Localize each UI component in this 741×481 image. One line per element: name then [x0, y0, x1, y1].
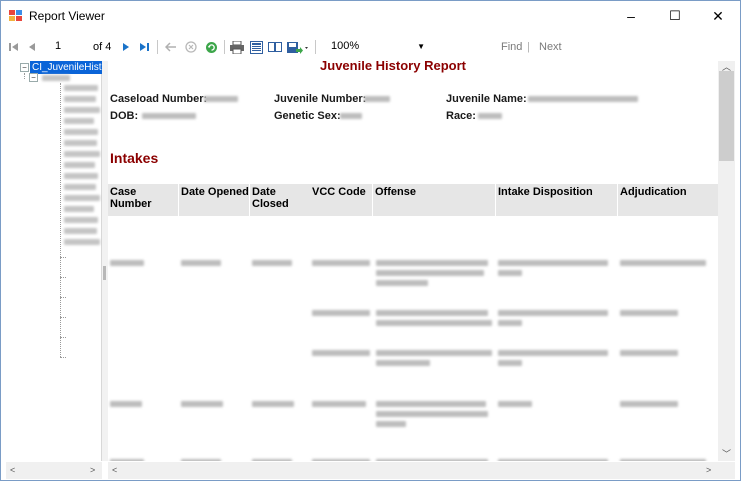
redacted-value [528, 96, 638, 102]
redacted-tree-item[interactable] [64, 140, 97, 146]
redacted-tree-item[interactable] [64, 107, 100, 113]
toolbar-separator [315, 40, 316, 54]
last-page-icon[interactable] [137, 36, 151, 58]
previous-page-icon[interactable] [25, 36, 39, 58]
report-page: Juvenile History Report Caseload Number:… [108, 61, 718, 461]
redacted-tree-item[interactable] [64, 96, 96, 102]
report-horizontal-scrollbar[interactable]: < > [108, 462, 718, 479]
redacted-value [478, 113, 502, 119]
scroll-right-icon[interactable]: > [90, 465, 95, 475]
splitter-grip[interactable] [103, 266, 106, 280]
dob-label: DOB: [110, 110, 139, 122]
document-map: − CI_JuvenileHistory − [6, 61, 102, 461]
redacted-tree-item[interactable] [42, 75, 70, 81]
juvenile-name-label: Juvenile Name: [446, 93, 527, 105]
redacted-tree-item[interactable] [64, 195, 100, 201]
column-header-case-number: Case Number [108, 184, 178, 216]
toolbar-separator [157, 40, 158, 54]
print-icon[interactable] [229, 36, 245, 58]
juvenile-number-label: Juvenile Number: [274, 93, 367, 105]
title-bar: Report Viewer – ☐ ✕ [1, 1, 740, 31]
intakes-section-title: Intakes [110, 150, 159, 166]
find-input[interactable] [445, 38, 503, 55]
next-page-icon[interactable] [119, 36, 133, 58]
close-button[interactable]: ✕ [698, 1, 738, 31]
export-icon[interactable] [286, 36, 310, 58]
window-title: Report Viewer [29, 9, 105, 23]
redacted-tree-item[interactable] [64, 184, 96, 190]
redacted-tree-item[interactable] [64, 129, 98, 135]
column-header-date-opened: Date Opened [179, 184, 249, 216]
tree-connector [60, 83, 61, 357]
scroll-left-icon[interactable]: < [112, 465, 117, 475]
redacted-value [204, 96, 238, 102]
toolbar-separator [224, 40, 225, 54]
page-setup-icon[interactable] [267, 36, 283, 58]
zoom-select[interactable]: 100% ▼ [325, 38, 433, 55]
report-toolbar: 1 of 4 100% ▼ Find | Next [7, 36, 734, 58]
column-header-offense: Offense [373, 184, 495, 216]
column-header-adjudication: Adjudication [618, 184, 718, 216]
find-next-link[interactable]: Next [539, 41, 562, 53]
redacted-tree-item[interactable] [64, 85, 98, 91]
redacted-value [364, 96, 390, 102]
redacted-value [340, 113, 362, 119]
redacted-tree-item[interactable] [64, 151, 100, 157]
print-layout-icon[interactable] [248, 36, 264, 58]
column-header-intake-disposition: Intake Disposition [496, 184, 617, 216]
scroll-left-icon[interactable]: < [10, 465, 15, 475]
back-icon[interactable] [163, 36, 179, 58]
redacted-tree-item[interactable] [64, 217, 98, 223]
zoom-value: 100% [331, 40, 360, 52]
column-header-vcc-code: VCC Code [310, 184, 372, 216]
caseload-number-label: Caseload Number: [110, 93, 208, 105]
scroll-right-icon[interactable]: > [706, 465, 711, 475]
vertical-scroll-thumb[interactable] [719, 71, 734, 161]
genetic-sex-label: Genetic Sex: [274, 110, 341, 122]
chevron-down-icon: ▼ [417, 42, 425, 51]
scroll-down-icon[interactable]: ﹀ [722, 447, 731, 460]
redacted-tree-item[interactable] [64, 206, 94, 212]
redacted-tree-item[interactable] [64, 118, 94, 124]
find-link[interactable]: Find [501, 41, 522, 53]
redacted-tree-item[interactable] [64, 228, 97, 234]
column-header-date-closed: Date Closed [250, 184, 310, 216]
document-map-root-item[interactable]: CI_JuvenileHistory [30, 61, 102, 74]
collapse-icon[interactable]: − [29, 73, 38, 82]
redacted-tree-item[interactable] [64, 173, 98, 179]
report-viewer-app-icon [9, 10, 23, 22]
refresh-icon[interactable] [203, 36, 219, 58]
stop-icon[interactable] [183, 36, 199, 58]
report-title: Juvenile History Report [320, 61, 466, 73]
race-label: Race: [446, 110, 476, 122]
vertical-scrollbar[interactable]: ︿ ﹀ [718, 61, 735, 461]
collapse-icon[interactable]: − [20, 63, 29, 72]
document-map-horizontal-scrollbar[interactable]: < > [6, 462, 102, 479]
redacted-tree-item[interactable] [64, 239, 100, 245]
size-grip[interactable] [718, 462, 735, 479]
first-page-icon[interactable] [7, 36, 21, 58]
minimize-button[interactable]: – [611, 1, 651, 31]
redacted-tree-item[interactable] [64, 162, 95, 168]
find-separator: | [527, 41, 530, 53]
redacted-value [142, 113, 196, 119]
report-viewer-window: Report Viewer – ☐ ✕ 1 of 4 100% ▼ Find |… [0, 0, 741, 481]
page-number-input[interactable]: 1 [49, 38, 87, 55]
page-count-label: of 4 [93, 41, 112, 53]
maximize-button[interactable]: ☐ [655, 1, 695, 31]
